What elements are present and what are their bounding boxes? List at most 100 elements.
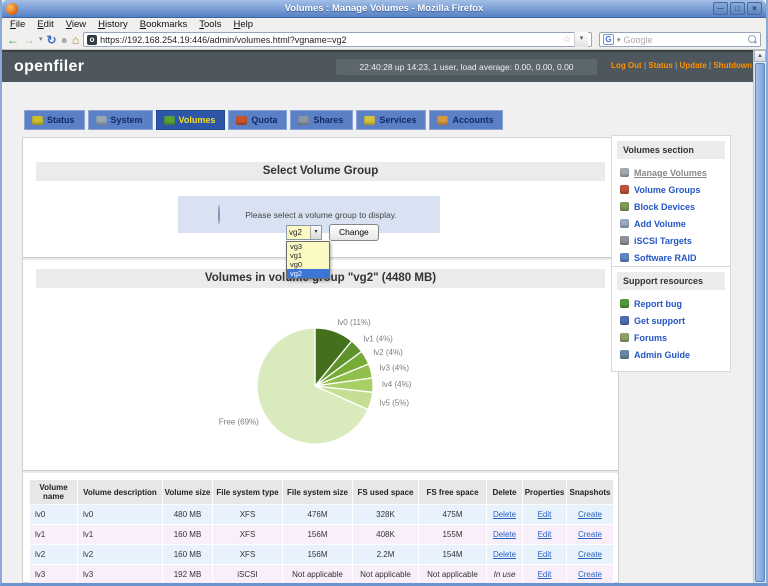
sidebar-item-get-support[interactable]: Get support	[617, 312, 725, 329]
sidebar-item-admin-guide[interactable]: Admin Guide	[617, 346, 725, 363]
create-link[interactable]: Create	[578, 510, 602, 519]
volume-group-select[interactable]: vg2 ▾	[286, 225, 322, 240]
delete-link[interactable]: Delete	[493, 510, 516, 519]
volumes-table-head-row: Volume nameVolume descriptionVolume size…	[30, 480, 614, 505]
uptime-status: 22:40:28 up 14:23, 1 user, load average:…	[336, 59, 597, 75]
table-cell: Delete	[487, 545, 523, 565]
back-button-icon[interactable]: ←	[7, 34, 19, 46]
sidebar-item-manage-volumes[interactable]: Manage Volumes	[617, 164, 725, 181]
table-cell: 408K	[353, 525, 419, 545]
table-cell: Edit	[523, 505, 567, 525]
edit-link[interactable]: Edit	[538, 550, 552, 559]
sidebar-item-forums[interactable]: Forums	[617, 329, 725, 346]
vertical-scrollbar[interactable]: ▲	[753, 50, 766, 583]
firefox-icon	[6, 3, 18, 15]
reload-icon[interactable]: ↻	[47, 34, 57, 46]
stop-icon[interactable]: ●	[61, 34, 68, 46]
forward-button-icon[interactable]: →	[23, 34, 35, 46]
table-cell: Create	[567, 505, 614, 525]
window-title: Volumes : Manage Volumes - Mozilla Firef…	[2, 3, 766, 14]
maximize-button[interactable]: □	[730, 2, 745, 15]
table-row: lv1lv1160 MBXFS156M408K155MDeleteEditCre…	[30, 525, 614, 545]
tab-system[interactable]: System	[88, 110, 153, 130]
block-devices-icon	[620, 202, 629, 211]
table-cell: lv0	[30, 505, 78, 525]
sidebar-item-report-bug[interactable]: Report bug	[617, 295, 725, 312]
table-cell: XFS	[213, 545, 283, 565]
table-cell: Create	[567, 525, 614, 545]
google-engine-icon[interactable]: G	[603, 34, 614, 45]
home-icon[interactable]: ⌂	[72, 34, 79, 46]
sidebar-item-software-raid[interactable]: Software RAID	[617, 249, 725, 266]
column-header: Properties	[523, 480, 567, 505]
search-input[interactable]	[624, 34, 745, 46]
title-bar[interactable]: Volumes : Manage Volumes - Mozilla Firef…	[2, 0, 766, 18]
menu-edit[interactable]: Edit	[37, 19, 53, 30]
header-link-status[interactable]: Status	[648, 61, 672, 70]
dropdown-option-vg2[interactable]: vg2	[287, 269, 329, 278]
scrollbar-thumb[interactable]	[755, 63, 765, 582]
menu-tools[interactable]: Tools	[199, 19, 221, 30]
url-input[interactable]	[100, 34, 560, 46]
tab-label: System	[111, 115, 143, 125]
sidebar-item-iscsi-targets[interactable]: iSCSI Targets	[617, 232, 725, 249]
engine-dropdown-icon[interactable]: ▾	[617, 36, 621, 44]
change-button[interactable]: Change	[329, 224, 379, 241]
table-cell: Delete	[487, 525, 523, 545]
header-link-shutdown[interactable]: Shutdown	[713, 61, 752, 70]
sidebar-item-label: Admin Guide	[634, 350, 690, 360]
tab-volumes[interactable]: Volumes	[156, 110, 226, 130]
delete-link[interactable]: Delete	[493, 530, 516, 539]
edit-link[interactable]: Edit	[538, 510, 552, 519]
menu-view[interactable]: View	[66, 19, 86, 30]
header-link-log-out[interactable]: Log Out	[611, 61, 642, 70]
search-bar[interactable]: G ▾	[599, 32, 761, 47]
software-raid-icon	[620, 253, 629, 262]
sidebar-item-volume-groups[interactable]: Volume Groups	[617, 181, 725, 198]
edit-link[interactable]: Edit	[538, 570, 552, 579]
minimize-button[interactable]: ─	[713, 2, 728, 15]
menu-bookmarks[interactable]: Bookmarks	[140, 19, 188, 30]
dropdown-option-vg1[interactable]: vg1	[287, 251, 329, 260]
dropdown-option-vg0[interactable]: vg0	[287, 260, 329, 269]
create-link[interactable]: Create	[578, 550, 602, 559]
delete-link[interactable]: Delete	[493, 550, 516, 559]
tab-status[interactable]: Status	[24, 110, 85, 130]
forums-icon	[620, 333, 629, 342]
header-link-update[interactable]: Update	[680, 61, 707, 70]
search-icon[interactable]	[748, 35, 757, 44]
volumes-section-items: Manage Volumes Volume Groups Block Devices…	[617, 164, 725, 266]
edit-link[interactable]: Edit	[538, 530, 552, 539]
table-cell: Not applicable	[419, 565, 487, 585]
sidebar-item-label: Volume Groups	[634, 185, 700, 195]
bookmark-star-icon[interactable]: ☆	[563, 34, 571, 45]
create-link[interactable]: Create	[578, 530, 602, 539]
table-cell: Edit	[523, 525, 567, 545]
column-header: Delete	[487, 480, 523, 505]
tab-services[interactable]: Services	[356, 110, 426, 130]
pie-label: lv1 (4%)	[364, 335, 394, 344]
tab-accounts[interactable]: Accounts	[429, 110, 503, 130]
tab-bar: Status System Volumes Quota SharesServicesAc…	[24, 110, 503, 130]
history-dropdown-icon[interactable]: ▾	[39, 34, 43, 46]
menu-help[interactable]: Help	[233, 19, 253, 30]
table-cell: lv2	[30, 545, 78, 565]
scroll-up-icon[interactable]: ▲	[754, 50, 766, 62]
dropdown-option-vg3[interactable]: vg3	[287, 242, 329, 251]
menu-file[interactable]: File	[10, 19, 25, 30]
sidebar-item-block-devices[interactable]: Block Devices	[617, 198, 725, 215]
url-bar[interactable]: o ☆ ▾	[83, 32, 592, 47]
support-resources-box: Support resources Report bugGet supportF…	[611, 266, 731, 372]
sidebar-item-add-volume[interactable]: Add Volume	[617, 215, 725, 232]
tab-label: Quota	[251, 115, 277, 125]
close-button[interactable]: ×	[747, 2, 762, 15]
table-cell: 160 MB	[163, 525, 213, 545]
create-link[interactable]: Create	[578, 570, 602, 579]
tab-shares[interactable]: Shares	[290, 110, 353, 130]
menu-history[interactable]: History	[98, 19, 128, 30]
table-cell: Delete	[487, 505, 523, 525]
tab-quota[interactable]: Quota	[228, 110, 287, 130]
table-cell: iSCSI	[213, 565, 283, 585]
url-dropdown-icon[interactable]: ▾	[574, 32, 588, 47]
select-dropdown-icon[interactable]: ▾	[310, 226, 321, 239]
